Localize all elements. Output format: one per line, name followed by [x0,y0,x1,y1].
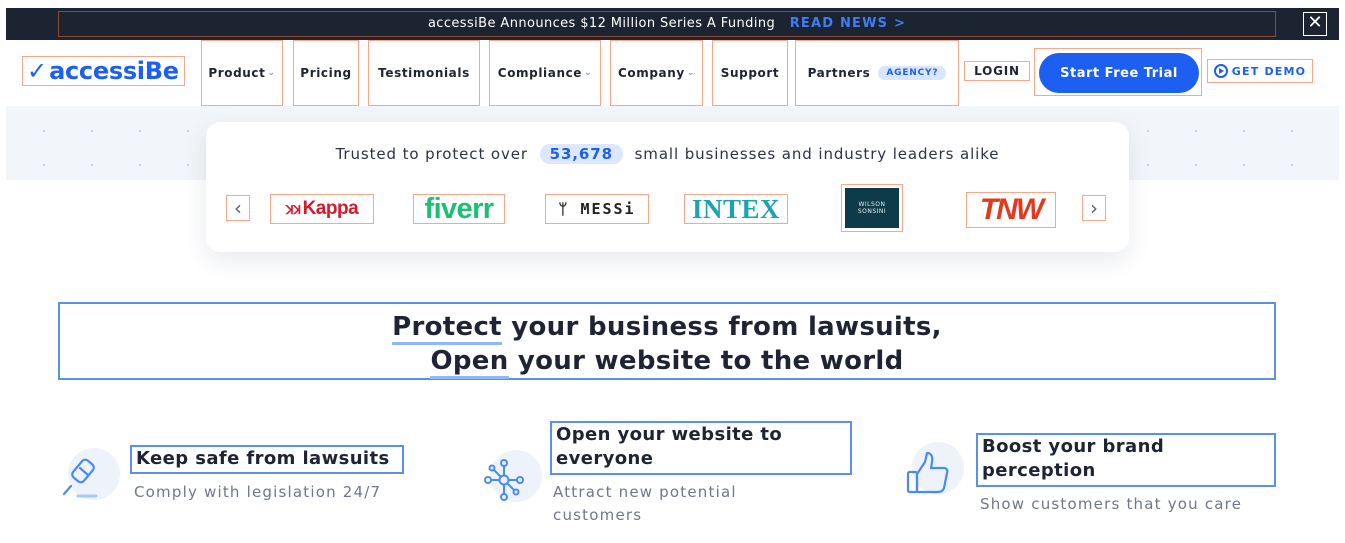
nav-partners[interactable]: Partners AGENCY? [795,40,959,106]
messi-text: MESSi [580,200,636,218]
read-news-link[interactable]: READ NEWS > [790,16,906,31]
cta-wrapper: Start Free Trial [1034,48,1202,96]
announcement-link[interactable]: accessiBe Announces $12 Million Series A… [58,11,1276,37]
feature-title-brand: Boost your brand perception [976,433,1276,487]
feature-subtitle-open: Attract new potential customers [553,483,737,524]
main-nav: ✓ accessiBe Product ⌄ Pricing Testimonial… [6,40,1339,106]
brand-logo[interactable]: ✓ accessiBe [22,56,185,86]
trusted-prefix: Trusted to protect over [335,145,528,163]
nav-compliance[interactable]: Compliance ⌄ [489,40,601,106]
logo-fiverr[interactable]: fiverr [413,192,505,225]
logo-intex[interactable]: INTEX [684,194,788,224]
feature-title-lawsuits: Keep safe from lawsuits [130,445,404,474]
intex-text: INTEX [691,193,781,224]
logo-tnw[interactable]: TNW [966,192,1056,228]
announcement-bar: accessiBe Announces $12 Million Series A… [6,8,1339,40]
tnw-text: TNW [979,193,1044,226]
nav-company-label: Company [618,66,685,80]
login-link[interactable]: LOGIN [964,61,1030,81]
nav-pricing[interactable]: Pricing [293,40,359,106]
nav-testimonials[interactable]: Testimonials [368,40,480,106]
logo-kappa[interactable]: ꓘꓘ Kappa [270,194,374,224]
checkmark-icon: ✓ [27,57,48,85]
announcement-text: accessiBe Announces $12 Million Series A… [59,16,1275,31]
logo-text: accessiBe [49,57,179,85]
feature-subtitle-brand: Show customers that you care [980,495,1243,513]
carousel-next-button[interactable]: › [1082,195,1106,221]
close-announcement-button[interactable]: ✕ [1303,12,1327,36]
messi-mark-icon: ᛘ [558,200,581,218]
wilson-sonsini-text: WILSON SONSINI [857,201,887,215]
headline-emphasis-protect: Protect [392,312,502,345]
agency-badge[interactable]: AGENCY? [878,66,947,80]
headline-emphasis-open: Open [430,346,509,379]
nav-testimonials-label: Testimonials [378,66,470,80]
headline-line-2-rest: your website to the world [508,346,904,376]
chevron-down-icon: ⌄ [267,68,276,78]
wilson-sonsini-badge: WILSON SONSINI [845,188,899,228]
headline-line-1: Protect your business from lawsuits, [60,310,1274,345]
kappa-text: Kappa [302,198,359,219]
feature-title-open: Open your website to everyone [550,421,852,475]
trusted-text: Trusted to protect over 53,678 small bus… [206,144,1129,164]
chevron-down-icon: ⌄ [686,68,695,78]
nav-support[interactable]: Support [712,40,788,106]
headline-line-2: Open your website to the world [60,344,1274,379]
fiverr-text: fiverr [424,192,495,225]
trusted-by-card: Trusted to protect over 53,678 small bus… [206,122,1129,252]
nav-compliance-label: Compliance [497,66,583,80]
feature-subtitle-lawsuits: Comply with legislation 24/7 [134,483,382,501]
network-icon [484,450,542,502]
carousel-prev-button[interactable]: ‹ [226,195,250,221]
gavel-icon [62,448,120,500]
nav-pricing-label: Pricing [300,66,352,80]
nav-product-label: Product [208,66,266,80]
nav-partners-label: Partners [807,66,871,80]
get-demo-label: GET DEMO [1231,64,1307,78]
start-free-trial-button[interactable]: Start Free Trial [1039,53,1199,93]
chevron-down-icon: ⌄ [584,68,593,78]
thumbs-up-icon [906,442,964,494]
nav-product[interactable]: Product ⌄ [201,40,283,106]
kappa-mark-icon: ꓘꓘ [285,203,301,217]
customer-count: 53,678 [539,144,623,164]
hero-headline: Protect your business from lawsuits, Ope… [58,302,1276,380]
nav-company[interactable]: Company ⌄ [610,40,703,106]
nav-support-label: Support [720,66,780,80]
get-demo-link[interactable]: GET DEMO [1207,59,1313,83]
play-icon [1213,64,1228,78]
logo-messi[interactable]: ᛘ MESSi [545,194,649,224]
trusted-suffix: small businesses and industry leaders al… [634,145,1000,163]
headline-line-1-rest: your business from lawsuits, [501,312,942,342]
logo-wilson-sonsini[interactable]: WILSON SONSINI [841,184,903,232]
announcement-message: accessiBe Announces $12 Million Series A… [427,16,776,31]
